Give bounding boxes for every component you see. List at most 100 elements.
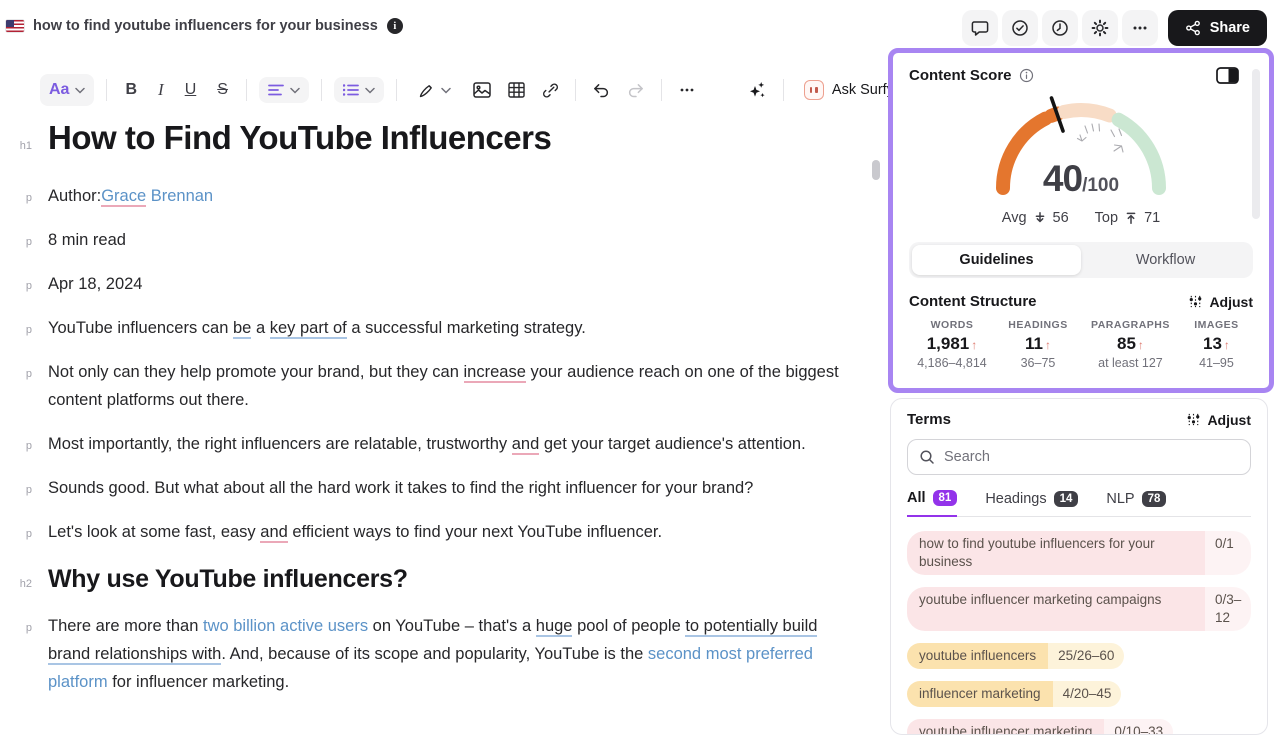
count-badge: 14 <box>1054 491 1079 507</box>
stat-value: 13↑ <box>1180 334 1253 354</box>
ellipsis-icon <box>1131 19 1149 37</box>
undo-button[interactable] <box>588 78 614 103</box>
tab-nlp-terms[interactable]: NLP 78 <box>1106 490 1166 516</box>
tab-guidelines[interactable]: Guidelines <box>912 245 1081 275</box>
term-underline[interactable]: key part of <box>270 319 347 339</box>
search-input[interactable] <box>944 449 1239 465</box>
body-paragraph[interactable]: Sounds good. But what about all the hard… <box>48 474 860 502</box>
tab-all-terms[interactable]: All 81 <box>907 490 957 517</box>
terms-adjust-button[interactable]: Adjust <box>1186 412 1251 428</box>
suggestion-underline[interactable]: and <box>260 523 288 543</box>
spelling-underline[interactable]: Grace <box>101 187 146 207</box>
adjust-label: Adjust <box>1207 412 1251 428</box>
insert-image-button[interactable] <box>469 78 495 102</box>
article-title[interactable]: How to Find YouTube Influencers <box>48 116 860 160</box>
redo-button[interactable] <box>623 78 649 103</box>
text-segment: Let's look at some fast, easy <box>48 523 260 541</box>
body-paragraph[interactable]: Let's look at some fast, easy and effici… <box>48 518 860 546</box>
formatting-toolbar: Aa B I U S <box>40 71 902 109</box>
suggestion-underline[interactable]: and <box>512 435 540 455</box>
info-icon[interactable] <box>1019 68 1034 83</box>
tab-workflow[interactable]: Workflow <box>1081 245 1250 275</box>
term-chip[interactable]: youtube influencers 25/26–60 <box>907 643 1124 669</box>
stat-value: 11↑ <box>995 334 1081 354</box>
share-button[interactable]: Share <box>1168 10 1267 46</box>
title-info-icon[interactable]: i <box>387 18 403 34</box>
heading-block: h1 How to Find YouTube Influencers <box>0 116 880 160</box>
panel-scrollbar[interactable] <box>1252 69 1260 219</box>
paragraph-block: p Author:Grace Brennan <box>0 182 880 210</box>
italic-button[interactable]: I <box>152 76 170 104</box>
structure-adjust-button[interactable]: Adjust <box>1188 294 1253 310</box>
insert-table-button[interactable] <box>504 78 529 102</box>
stat-range: 36–75 <box>995 356 1081 370</box>
stat-label: HEADINGS <box>995 319 1081 331</box>
doc-title-group: how to find youtube influencers for your… <box>6 18 403 34</box>
ai-write-button[interactable] <box>743 76 771 104</box>
term-chip[interactable]: youtube influencer marketing campaigns 0… <box>907 587 1251 631</box>
suggestion-underline[interactable]: increase <box>464 363 526 383</box>
author-paragraph[interactable]: Author:Grace Brennan <box>48 182 860 210</box>
text-segment: efficient ways to find your next YouTube… <box>288 523 662 541</box>
content-score-header: Content Score <box>909 67 1253 84</box>
underline-button[interactable]: U <box>179 77 203 103</box>
block-type-marker: p <box>0 280 32 292</box>
list-dropdown[interactable] <box>334 77 384 103</box>
history-button[interactable] <box>1042 10 1078 46</box>
text-style-dropdown[interactable]: Aa <box>40 74 94 106</box>
avg-value: 56 <box>1053 210 1069 226</box>
tasks-button[interactable] <box>1002 10 1038 46</box>
term-chip[interactable]: how to find youtube influencers for your… <box>907 531 1251 575</box>
term-underline[interactable]: be <box>233 319 251 339</box>
pen-dropdown[interactable] <box>409 75 460 106</box>
body-paragraph[interactable]: YouTube influencers can be a key part of… <box>48 314 860 342</box>
top-label: Top <box>1095 210 1118 226</box>
sliders-icon <box>1188 294 1203 309</box>
more-options-button[interactable] <box>1122 10 1158 46</box>
score-benchmarks: Avg 56 Top 71 <box>909 210 1253 226</box>
author-link[interactable]: Grace Brennan <box>101 187 213 207</box>
doc-title: how to find youtube influencers for your… <box>33 18 378 34</box>
comments-button[interactable] <box>962 10 998 46</box>
body-paragraph[interactable]: Not only can they help promote your bran… <box>48 358 860 414</box>
undo-icon <box>592 82 610 99</box>
ask-surfy-button[interactable]: Ask Surfy <box>796 74 902 106</box>
author-link-rest[interactable]: Brennan <box>146 187 213 205</box>
body-paragraph[interactable]: Most importantly, the right influencers … <box>48 430 860 458</box>
term-underline[interactable]: huge <box>536 617 573 637</box>
block-type-marker: p <box>0 484 32 496</box>
term-label: how to find youtube influencers for your… <box>907 531 1205 575</box>
inline-link[interactable]: two billion active users <box>203 617 368 635</box>
strikethrough-button[interactable]: S <box>211 77 234 103</box>
paragraph-block: p Sounds good. But what about all the ha… <box>0 474 880 502</box>
avg-label: Avg <box>1002 210 1027 226</box>
insert-link-button[interactable] <box>538 78 563 103</box>
term-chip[interactable]: youtube influencer marketing 0/10–33 <box>907 719 1173 735</box>
count-badge: 81 <box>933 490 958 506</box>
comment-icon <box>971 19 989 37</box>
collapse-panel-button[interactable] <box>1216 67 1239 84</box>
tab-label: NLP <box>1106 491 1134 507</box>
bullet-list-icon <box>343 84 359 96</box>
chevron-down-icon <box>290 87 300 94</box>
terms-search[interactable] <box>907 439 1251 475</box>
align-dropdown[interactable] <box>259 77 309 103</box>
editor-scrollbar[interactable] <box>872 160 880 180</box>
settings-button[interactable] <box>1082 10 1118 46</box>
search-icon <box>919 449 935 465</box>
editor-document[interactable]: h1 How to Find YouTube Influencers p Aut… <box>0 116 880 712</box>
text-segment: Most importantly, the right influencers … <box>48 435 512 453</box>
date-paragraph[interactable]: Apr 18, 2024 <box>48 270 860 298</box>
stat-headings: HEADINGS 11↑ 36–75 <box>995 319 1081 370</box>
term-count: 0/3–12 <box>1205 587 1251 631</box>
link-icon <box>542 82 559 99</box>
avg-benchmark: Avg 56 <box>1002 210 1069 226</box>
bold-button[interactable]: B <box>119 77 143 103</box>
body-paragraph[interactable]: There are more than two billion active u… <box>48 612 860 696</box>
section-heading[interactable]: Why use YouTube influencers? <box>48 562 860 596</box>
read-time-paragraph[interactable]: 8 min read <box>48 226 860 254</box>
tab-headings-terms[interactable]: Headings 14 <box>985 490 1078 516</box>
term-chip[interactable]: influencer marketing 4/20–45 <box>907 681 1121 707</box>
stat-range: 4,186–4,814 <box>909 356 995 370</box>
toolbar-more-button[interactable] <box>674 77 700 103</box>
